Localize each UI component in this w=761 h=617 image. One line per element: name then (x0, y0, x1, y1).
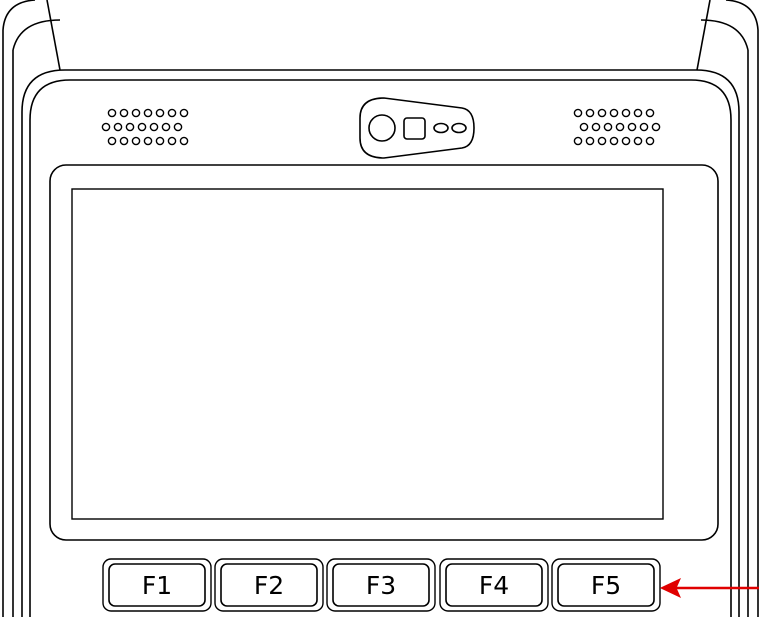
f5-key[interactable]: F5 (551, 558, 661, 612)
f2-key[interactable]: F2 (214, 558, 324, 612)
f4-key-label: F4 (479, 571, 509, 600)
f1-key-label: F1 (142, 571, 172, 600)
device-illustration: F1 F2 F3 F4 F5 (2, 0, 759, 617)
function-keys: F1 F2 F3 F4 F5 (102, 558, 661, 612)
f1-key[interactable]: F1 (102, 558, 212, 612)
speaker-grille-left (101, 108, 189, 146)
speaker-grille-right (573, 108, 661, 146)
camera-indicator-2 (451, 122, 467, 134)
f5-key-label: F5 (591, 571, 621, 600)
f3-key[interactable]: F3 (326, 558, 436, 612)
f2-key-label: F2 (254, 571, 284, 600)
f3-key-label: F3 (366, 571, 396, 600)
camera-icon (359, 97, 475, 159)
f4-key[interactable]: F4 (439, 558, 549, 612)
arrow-left-icon (659, 577, 759, 599)
camera-indicator-1 (433, 122, 449, 134)
display-screen (71, 188, 664, 520)
camera-lens (368, 114, 396, 142)
camera-sensor (403, 117, 426, 140)
